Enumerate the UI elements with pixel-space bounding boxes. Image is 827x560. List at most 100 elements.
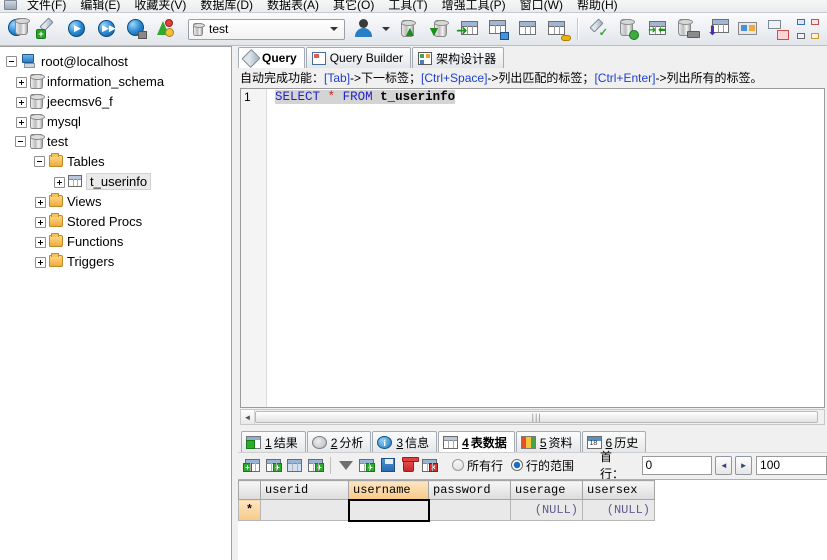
tree-item-information_schema[interactable]: information_schema	[0, 71, 231, 91]
grid-corner-cell[interactable]	[238, 480, 261, 500]
execute-all-queries-button[interactable]: ▶▶	[92, 14, 122, 44]
tree-item-t_userinfo[interactable]: t_userinfo	[0, 171, 231, 191]
table-row[interactable]: * (NULL) (NULL)	[238, 498, 655, 522]
column-header-userage[interactable]: userage	[510, 480, 583, 500]
cancel-changes-button[interactable]: ×	[419, 455, 440, 476]
sql-editor[interactable]: 1 SELECT * FROM t_userinfo	[240, 88, 825, 408]
object-browser[interactable]: root@localhost information_schema jeecms…	[0, 46, 232, 560]
tab-table-data[interactable]: 4 表数据	[438, 431, 515, 453]
app-icon[interactable]	[2, 0, 20, 12]
backup-database-button[interactable]: ▲	[393, 14, 423, 44]
database-selector[interactable]: test	[188, 18, 345, 40]
cell-password[interactable]	[428, 499, 511, 521]
column-header-userid[interactable]: userid	[260, 480, 349, 500]
tab-info[interactable]: 3 信息	[372, 431, 438, 453]
tab-query-builder[interactable]: Query Builder	[305, 47, 412, 68]
scheduler-button[interactable]	[733, 14, 763, 44]
data-grid[interactable]: userid username password userage usersex…	[238, 480, 655, 522]
html-report-button[interactable]	[763, 14, 793, 44]
prev-page-button[interactable]: ◄	[715, 455, 733, 475]
menu-powertools[interactable]: 增强工具(P)	[435, 0, 513, 12]
chevron-down-icon[interactable]	[326, 22, 342, 37]
first-row-input[interactable]: 0	[641, 455, 713, 475]
db-sync-button[interactable]	[613, 14, 643, 44]
tree-item-mysql[interactable]: mysql	[0, 111, 231, 131]
tree-item-tables[interactable]: Tables	[0, 151, 231, 171]
column-header-usersex[interactable]: usersex	[582, 480, 655, 500]
query-builder-button[interactable]: ✓	[583, 14, 613, 44]
duplicate-row-button[interactable]: +	[305, 455, 326, 476]
tab-objects[interactable]: 5 资料	[515, 431, 581, 453]
manage-indexes-button[interactable]	[543, 14, 573, 44]
radio-all-rows[interactable]: 所有行	[452, 457, 503, 474]
menu-favorites[interactable]: 收藏夹(V)	[127, 0, 193, 12]
insert-row-button[interactable]: +	[263, 455, 284, 476]
tab-analyze[interactable]: 2 分析	[306, 431, 372, 453]
next-page-button[interactable]: ►	[735, 455, 753, 475]
menu-file[interactable]: 文件(F)	[20, 0, 73, 12]
refresh-data-button[interactable]: +	[242, 455, 263, 476]
stop-query-button[interactable]	[122, 14, 152, 44]
export-table-data-button[interactable]	[483, 14, 513, 44]
schema-sync-button[interactable]: ⬇	[703, 14, 733, 44]
expander-minus-icon[interactable]	[34, 155, 45, 167]
tree-item-triggers[interactable]: Triggers	[0, 251, 231, 271]
tab-result[interactable]: 1 结果	[241, 431, 306, 453]
expander-plus-icon[interactable]	[35, 196, 46, 208]
copy-row-button[interactable]	[284, 455, 305, 476]
execute-query-button[interactable]: ▶	[62, 14, 92, 44]
new-connection-button[interactable]	[2, 14, 32, 44]
expander-plus-icon[interactable]	[16, 76, 27, 88]
menu-window[interactable]: 窗口(W)	[513, 0, 570, 12]
scroll-left-icon[interactable]: ◄	[241, 410, 255, 424]
cell-usersex[interactable]: (NULL)	[582, 499, 655, 521]
data-sync-button[interactable]: ➜ ⬅	[643, 14, 673, 44]
expander-minus-icon[interactable]	[15, 135, 26, 147]
column-header-username[interactable]: username	[348, 480, 429, 500]
tree-item-stored-procs[interactable]: Stored Procs	[0, 211, 231, 231]
scrollbar-track[interactable]: |||	[255, 410, 824, 424]
user-manager-dropdown[interactable]	[379, 15, 393, 43]
migrate-button[interactable]	[673, 14, 703, 44]
tree-item-jeecmsv6_f[interactable]: jeecmsv6_f	[0, 91, 231, 111]
menu-database[interactable]: 数据库(D)	[193, 0, 260, 12]
expander-plus-icon[interactable]	[16, 96, 27, 108]
tab-schema-designer[interactable]: 架构设计器	[412, 47, 505, 68]
expander-plus-icon[interactable]	[35, 236, 46, 248]
cell-userid[interactable]	[260, 499, 349, 521]
expander-plus-icon[interactable]	[35, 256, 46, 268]
cell-userage[interactable]: (NULL)	[510, 499, 583, 521]
menu-other[interactable]: 其它(O)	[326, 0, 381, 12]
new-query-tab-button[interactable]: +	[32, 14, 62, 44]
tab-query[interactable]: Query	[238, 47, 305, 68]
radio-row-range[interactable]: 行的范围	[511, 457, 574, 474]
editor-horizontal-scrollbar[interactable]: ◄ |||	[240, 409, 825, 425]
tree-item-views[interactable]: Views	[0, 191, 231, 211]
expander-plus-icon[interactable]	[54, 176, 65, 188]
row-marker-cell[interactable]: *	[238, 499, 261, 521]
expander-minus-icon[interactable]	[6, 55, 17, 67]
menu-tools[interactable]: 工具(T)	[381, 0, 434, 12]
cell-username[interactable]	[347, 498, 430, 522]
refresh-objects-button[interactable]	[152, 14, 182, 44]
tree-item-functions[interactable]: Functions	[0, 231, 231, 251]
menu-table[interactable]: 数据表(A)	[260, 0, 326, 12]
save-changes-button[interactable]	[377, 455, 398, 476]
user-manager-button[interactable]	[349, 14, 379, 44]
menu-edit[interactable]: 编辑(E)	[73, 0, 127, 12]
data-grid-panel[interactable]: userid username password userage usersex…	[238, 479, 827, 560]
add-new-row-button[interactable]: +	[356, 455, 377, 476]
radio-row-range-indicator[interactable]	[511, 459, 524, 471]
expander-plus-icon[interactable]	[35, 216, 46, 228]
tree-item-root[interactable]: root@localhost	[0, 51, 231, 71]
scrollbar-thumb[interactable]: |||	[255, 411, 819, 423]
filter-data-button[interactable]	[335, 455, 356, 483]
import-table-data-button[interactable]: ➜	[453, 14, 483, 44]
create-table-button[interactable]	[513, 14, 543, 44]
expander-plus-icon[interactable]	[16, 116, 27, 128]
row-count-input[interactable]: 100	[756, 455, 827, 475]
column-header-password[interactable]: password	[428, 480, 511, 500]
delete-row-button[interactable]	[398, 455, 419, 476]
restore-database-button[interactable]: ▼	[423, 14, 453, 44]
menu-help[interactable]: 帮助(H)	[570, 0, 625, 12]
